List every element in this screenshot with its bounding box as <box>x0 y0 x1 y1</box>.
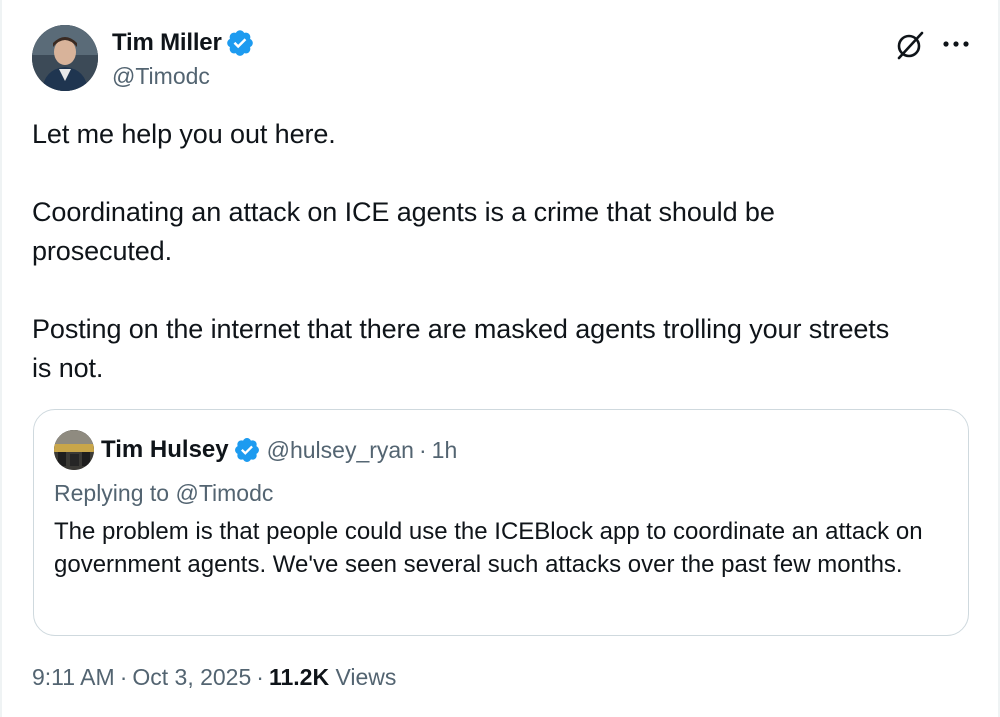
tweet-card[interactable]: Tim Miller @Timodc Let me help you out h… <box>0 0 1000 717</box>
quote-timestamp[interactable]: 1h <box>432 437 458 464</box>
quote-header: Tim Hulsey @hulsey_ryan · 1h <box>101 433 457 467</box>
author-name-row: Tim Miller <box>112 28 255 58</box>
quote-avatar-image <box>54 430 94 470</box>
grok-icon[interactable] <box>893 28 927 62</box>
quote-replying-to: Replying to @Timodc <box>54 480 273 507</box>
tweet-time[interactable]: 9:11 AM <box>32 664 115 690</box>
quoted-tweet[interactable]: Tim Hulsey @hulsey_ryan · 1h Replying to… <box>33 409 969 636</box>
tweet-paragraph: Let me help you out here. <box>32 119 336 149</box>
author-handle[interactable]: @Timodc <box>112 63 255 90</box>
replying-prefix: Replying to <box>54 480 176 506</box>
quote-separator: · <box>418 436 427 463</box>
more-icon[interactable] <box>940 30 972 58</box>
tweet-paragraph: Posting on the internet that there are m… <box>32 314 890 383</box>
quote-author-handle[interactable]: @hulsey_ryan <box>267 437 414 464</box>
tweet-meta: 9:11 AM · Oct 3, 2025 · 11.2K Views <box>32 664 396 691</box>
quote-author-avatar[interactable] <box>54 430 94 470</box>
quote-verified-badge-icon[interactable] <box>233 436 261 464</box>
replying-mention-link[interactable]: @Timodc <box>175 480 273 506</box>
tweet-date[interactable]: Oct 3, 2025 <box>132 664 251 690</box>
avatar-image <box>32 25 98 91</box>
author-block: Tim Miller @Timodc <box>112 28 255 90</box>
meta-separator: · <box>119 664 128 690</box>
quote-text: The problem is that people could use the… <box>54 518 923 578</box>
author-avatar[interactable] <box>32 25 98 91</box>
tweet-text: Let me help you out here. Coordinating a… <box>32 115 977 388</box>
quote-author-display-name[interactable]: Tim Hulsey <box>101 436 229 464</box>
views-count: 11.2K <box>268 664 330 690</box>
tweet-paragraph: Coordinating an attack on ICE agents is … <box>32 197 775 266</box>
views-label: Views <box>335 664 397 690</box>
meta-separator: · <box>256 664 264 690</box>
verified-badge-icon[interactable] <box>225 28 255 58</box>
author-display-name[interactable]: Tim Miller <box>112 29 222 57</box>
